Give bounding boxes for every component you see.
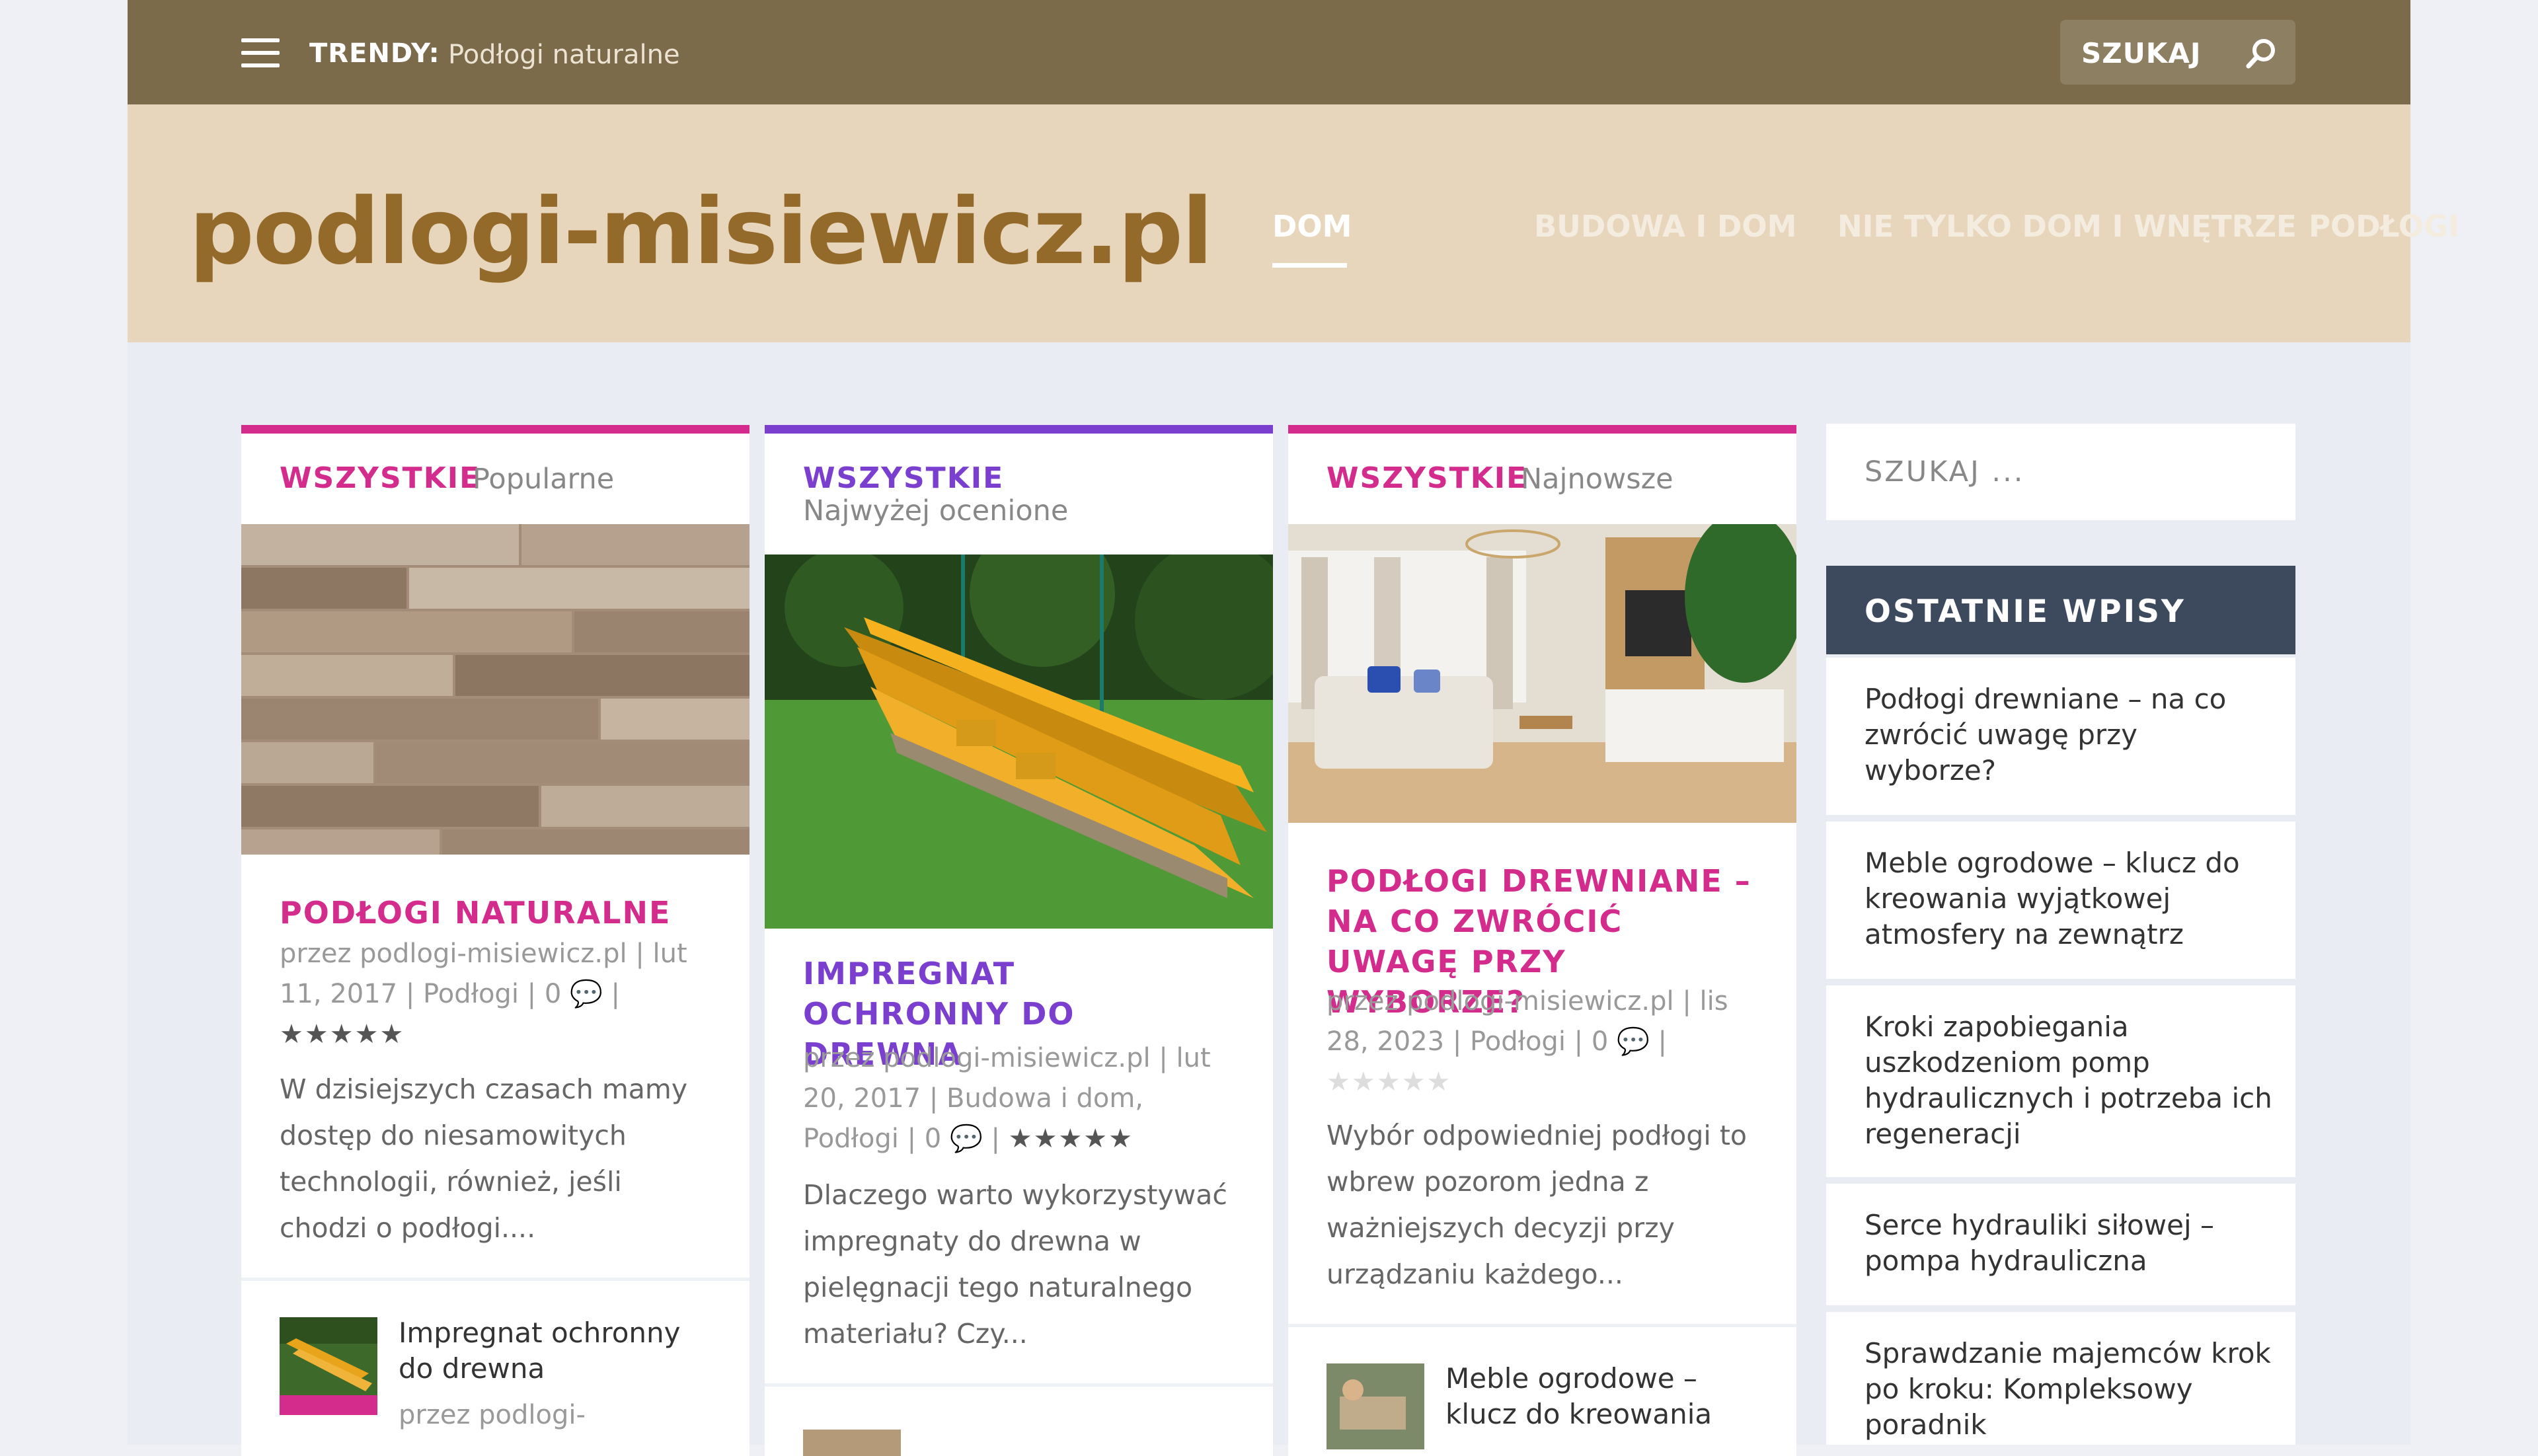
recent-post-link[interactable]: Podłogi drewniane – na co zwrócić uwagę … bbox=[1865, 681, 2274, 788]
sidebar-search-input[interactable]: SZUKAJ ... bbox=[1826, 424, 2295, 520]
trendy-label: TRENDY: bbox=[309, 38, 440, 69]
top-bar: TRENDY: Podłogi naturalne SZUKAJ bbox=[128, 0, 2410, 104]
post-meta: przez podlogi-misiewicz.pl | lut 20, 201… bbox=[803, 1043, 1211, 1154]
post-excerpt: Dlaczego warto wykorzystywać impregnaty … bbox=[803, 1179, 1227, 1350]
recent-posts-title: OSTATNIE WPISY bbox=[1865, 594, 2186, 630]
mini-post-meta: przez podlogi- bbox=[399, 1400, 586, 1430]
post-meta: przez podlogi-misiewicz.pl | lis 28, 202… bbox=[1327, 986, 1728, 1097]
recent-post-link[interactable]: Kroki zapobiegania uszkodzeniom pomp hyd… bbox=[1865, 1009, 2274, 1152]
card-category[interactable]: WSZYSTKIE bbox=[1327, 461, 1527, 495]
post-card-newest: WSZYSTKIE Najnowsze PODŁOGI DREWNIANE – … bbox=[1288, 425, 1796, 1456]
card-category[interactable]: WSZYSTKIE bbox=[803, 461, 1004, 495]
card-category[interactable]: WSZYSTKIE bbox=[280, 461, 481, 495]
sidebar-search-placeholder: SZUKAJ ... bbox=[1865, 455, 2025, 488]
nav-item-budowa-i-dom[interactable]: BUDOWA I DOM bbox=[1534, 209, 1796, 244]
comment-icon: 💬 bbox=[1617, 1026, 1650, 1057]
post-meta-text: przez podlogi-misiewicz.pl | lut 11, 201… bbox=[280, 939, 687, 1009]
post-excerpt: Wybór odpowiedniej podłogi to wbrew pozo… bbox=[1327, 1120, 1747, 1290]
post-meta-text: przez podlogi-misiewicz.pl | lut 20, 201… bbox=[803, 1043, 1211, 1154]
card-divider bbox=[765, 1383, 1273, 1387]
card-subtitle: Najnowsze bbox=[1521, 463, 1673, 496]
card-subtitle: Popularne bbox=[473, 463, 615, 496]
menu-icon[interactable] bbox=[241, 38, 280, 67]
rating-stars: ★★★★★ bbox=[1327, 1067, 1452, 1097]
recent-post-link[interactable]: Sprawdzanie majemców krok po kroku: Komp… bbox=[1865, 1336, 2274, 1443]
recent-post-item[interactable]: Meble ogrodowe – klucz do kreowania wyją… bbox=[1826, 822, 2295, 979]
mini-post-title[interactable]: Impregnat ochronny do drewna bbox=[399, 1315, 709, 1387]
nav-item-dom[interactable]: DOM bbox=[1272, 209, 1352, 244]
card-divider bbox=[1288, 1324, 1796, 1327]
post-image-wood-wall[interactable] bbox=[241, 524, 750, 855]
nav-item-nie-tylko-dom[interactable]: NIE TYLKO DOM I WNĘTRZE bbox=[1837, 209, 2297, 244]
comment-icon: 💬 bbox=[949, 1124, 983, 1154]
post-meta-text: przez podlogi-misiewicz.pl | lis 28, 202… bbox=[1327, 986, 1728, 1057]
search-icon bbox=[2246, 39, 2275, 69]
recent-post-item[interactable]: Kroki zapobiegania uszkodzeniom pomp hyd… bbox=[1826, 985, 2295, 1177]
rating-stars: ★★★★★ bbox=[1008, 1124, 1134, 1154]
mini-post-title[interactable]: Meble ogrodowe – klucz do kreowania bbox=[1445, 1361, 1756, 1432]
card-accent-line bbox=[765, 425, 1273, 434]
mini-post-thumbnail[interactable] bbox=[1327, 1363, 1424, 1449]
card-accent-line bbox=[241, 425, 750, 434]
post-card-popular: WSZYSTKIE Popularne PODŁOGI NATURALNE pr… bbox=[241, 425, 750, 1456]
card-accent-line bbox=[1288, 425, 1796, 434]
post-image-living-room[interactable] bbox=[1288, 524, 1796, 823]
site-header: podlogi-misiewicz.pl DOM BUDOWA I DOM NI… bbox=[128, 104, 2459, 342]
nav-item-podlogi[interactable]: PODŁOGI bbox=[2309, 209, 2459, 244]
post-excerpt: W dzisiejszych czasach mamy dostęp do ni… bbox=[280, 1073, 688, 1244]
top-search-button[interactable]: SZUKAJ bbox=[2060, 20, 2295, 85]
recent-posts-heading: OSTATNIE WPISY bbox=[1826, 566, 2295, 654]
recent-post-link[interactable]: Serce hydrauliki siłowej – pompa hydraul… bbox=[1865, 1207, 2274, 1279]
trendy-link[interactable]: Podłogi naturalne bbox=[448, 40, 680, 70]
mini-post-thumbnail[interactable] bbox=[280, 1317, 377, 1415]
post-image-timber[interactable] bbox=[765, 555, 1273, 929]
post-meta: przez podlogi-misiewicz.pl | lut 11, 201… bbox=[280, 939, 687, 1050]
nav-active-indicator bbox=[1272, 263, 1347, 268]
post-title[interactable]: PODŁOGI NATURALNE bbox=[280, 893, 709, 933]
card-divider bbox=[241, 1278, 750, 1281]
rating-stars: ★★★★★ bbox=[280, 1019, 405, 1050]
post-card-top-rated: WSZYSTKIE Najwyżej ocenione IMPREGNAT OC… bbox=[765, 425, 1273, 1456]
comment-icon: 💬 bbox=[570, 979, 603, 1009]
recent-post-item[interactable]: Serce hydrauliki siłowej – pompa hydraul… bbox=[1826, 1184, 2295, 1305]
mini-post-thumbnail[interactable] bbox=[803, 1430, 901, 1456]
recent-post-item[interactable]: Podłogi drewniane – na co zwrócić uwagę … bbox=[1826, 658, 2295, 815]
recent-post-link[interactable]: Meble ogrodowe – klucz do kreowania wyją… bbox=[1865, 845, 2274, 952]
recent-post-item[interactable]: Sprawdzanie majemców krok po kroku: Komp… bbox=[1826, 1312, 2295, 1445]
card-subtitle: Najwyżej ocenione bbox=[803, 494, 1069, 527]
top-search-label: SZUKAJ bbox=[2081, 37, 2202, 69]
site-logo[interactable]: podlogi-misiewicz.pl bbox=[189, 178, 1213, 285]
